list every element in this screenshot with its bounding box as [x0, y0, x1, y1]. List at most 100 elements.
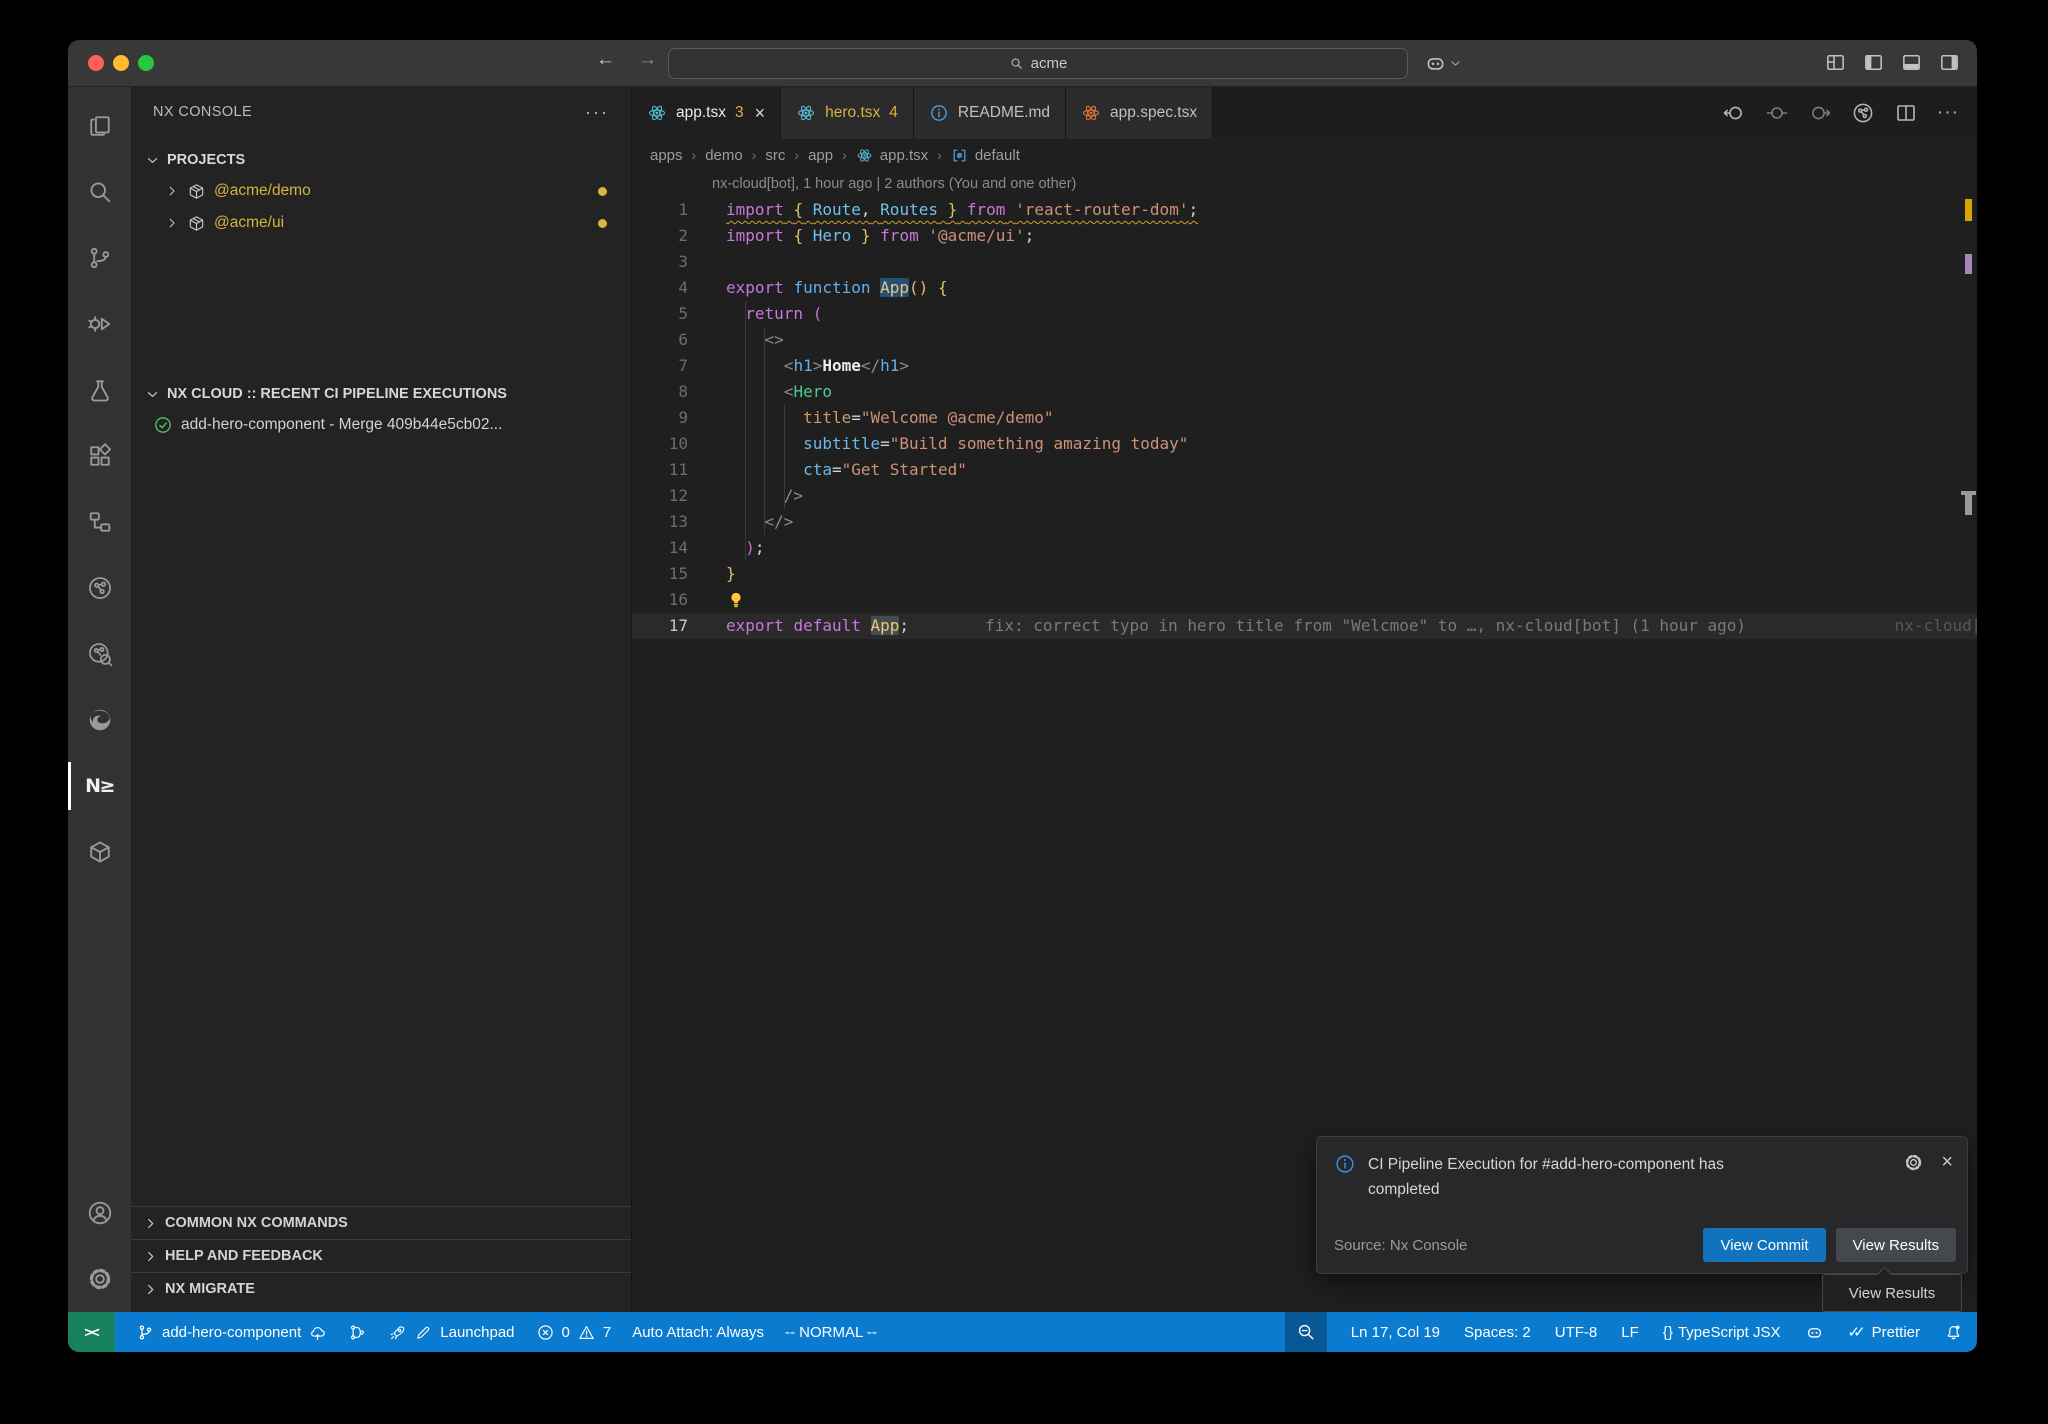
breadcrumb-item-app[interactable]: app	[808, 147, 833, 164]
activity-bar-item-source-control[interactable]	[68, 225, 131, 291]
lightbulb-icon[interactable]	[726, 590, 746, 610]
breadcrumb-separator: ›	[752, 147, 757, 163]
hierarchy-icon	[86, 508, 114, 536]
overview-ruler-warning-mark	[1965, 199, 1972, 221]
account-icon	[86, 1199, 114, 1227]
copilot-menu[interactable]	[1424, 52, 1462, 75]
code-token: title	[803, 408, 851, 427]
notification-settings-icon[interactable]	[1903, 1152, 1924, 1173]
activity-bar-item-search[interactable]	[68, 159, 131, 225]
status-launchpad[interactable]: Launchpad	[388, 1323, 514, 1342]
project-tree-item[interactable]: @acme/ui	[131, 207, 631, 239]
line-content	[688, 587, 746, 613]
activity-bar-item-account[interactable]	[68, 1180, 131, 1246]
status-problems-label: 0	[562, 1324, 570, 1341]
code-token: />	[784, 486, 803, 505]
status-scm-graph[interactable]	[348, 1323, 367, 1342]
toggle-secondary-sidebar-icon[interactable]	[1938, 51, 1961, 74]
line-number: 15	[632, 561, 688, 587]
code-token	[919, 226, 929, 245]
sidebar-section-nx-migrate[interactable]: NX MIGRATE	[131, 1272, 631, 1305]
status-zoom-indicator[interactable]	[1285, 1312, 1327, 1352]
code-token: }	[726, 564, 736, 583]
status-indentation-label: Spaces: 2	[1464, 1324, 1531, 1341]
activity-bar-item-extensions[interactable]	[68, 423, 131, 489]
navigate-forward-icon[interactable]	[1808, 101, 1832, 125]
status-indentation[interactable]: Spaces: 2	[1464, 1324, 1531, 1341]
code-token: export	[726, 616, 784, 635]
code-token: {	[938, 278, 948, 297]
breadcrumb-item-apps[interactable]: apps	[650, 147, 683, 164]
status-auto-attach[interactable]: Auto Attach: Always	[632, 1324, 764, 1341]
code-token: Hero	[793, 382, 832, 401]
layout-customize-icon[interactable]	[1824, 51, 1847, 74]
breadcrumb[interactable]: apps›demo›src›app›app.tsx›default	[632, 139, 1977, 171]
navigate-back-icon[interactable]	[1722, 101, 1746, 125]
activity-bar-item-nx-cloud-view[interactable]	[68, 621, 131, 687]
code-token: function	[793, 278, 870, 297]
cube-icon	[86, 838, 114, 866]
activity-bar-item-nx-console[interactable]: N≥	[68, 753, 131, 819]
projects-section-header[interactable]: PROJECTS	[131, 145, 631, 175]
history-forward-button[interactable]: →	[638, 49, 657, 71]
activity-bar-item-edge-browser[interactable]	[68, 687, 131, 753]
activity-bar-item-references[interactable]	[68, 489, 131, 555]
activity-bar-item-settings[interactable]	[68, 1246, 131, 1312]
command-center-search[interactable]: acme	[668, 48, 1408, 79]
view-results-button[interactable]: View Results	[1836, 1228, 1956, 1262]
breadcrumb-item-app.tsx[interactable]: app.tsx	[880, 147, 928, 164]
remote-indicator[interactable]: ><	[68, 1312, 115, 1352]
branch-icon	[136, 1323, 155, 1342]
project-label: @acme/ui	[214, 214, 284, 232]
navigate-current-icon[interactable]	[1765, 101, 1789, 125]
nx-graph-action-icon[interactable]	[1851, 101, 1875, 125]
tab-hero-tsx[interactable]: hero.tsx4	[781, 87, 914, 139]
zoom-window-button[interactable]	[138, 55, 154, 71]
status-cursor-position[interactable]: Ln 17, Col 19	[1351, 1324, 1440, 1341]
status-notifications[interactable]	[1944, 1323, 1963, 1342]
split-editor-icon[interactable]	[1894, 101, 1918, 125]
breadcrumb-item-demo[interactable]: demo	[705, 147, 743, 164]
sidebar-more-actions-icon[interactable]: ···	[585, 107, 609, 117]
code-token	[726, 356, 784, 375]
history-back-button[interactable]: ←	[596, 49, 615, 71]
activity-bar-item-run-debug[interactable]	[68, 291, 131, 357]
tab-readme-md[interactable]: README.md	[914, 87, 1066, 139]
activity-bar-item-containers[interactable]	[68, 819, 131, 885]
toggle-sidebar-icon[interactable]	[1862, 51, 1885, 74]
status-problems-label-2: 7	[603, 1324, 611, 1341]
status-formatter[interactable]: ✓✓Prettier	[1848, 1323, 1921, 1341]
code-token: App	[871, 616, 900, 635]
status-eol[interactable]: LF	[1621, 1324, 1639, 1341]
status-vim-mode[interactable]: -- NORMAL --	[785, 1324, 877, 1341]
tab-app-spec-tsx[interactable]: app.spec.tsx	[1066, 87, 1213, 139]
line-content: export default App;fix: correct typo in …	[688, 613, 1746, 639]
minimize-window-button[interactable]	[113, 55, 129, 71]
project-tree-item[interactable]: @acme/demo	[131, 175, 631, 207]
close-window-button[interactable]	[88, 55, 104, 71]
activity-bar-item-testing[interactable]	[68, 357, 131, 423]
breadcrumb-item-src[interactable]: src	[765, 147, 785, 164]
nx-cloud-section-header[interactable]: NX CLOUD :: RECENT CI PIPELINE EXECUTION…	[131, 379, 631, 409]
activity-bar-item-explorer[interactable]	[68, 93, 131, 159]
notification-close-icon[interactable]: ×	[1941, 1152, 1953, 1202]
status-branch[interactable]: add-hero-component	[136, 1323, 327, 1342]
activity-bar-item-nx-graph[interactable]	[68, 555, 131, 621]
ci-pipeline-execution-item[interactable]: add-hero-component - Merge 409b44e5cb02.…	[131, 409, 631, 441]
code-token: </>	[765, 512, 794, 531]
sidebar-section-help-and-feedback[interactable]: HELP AND FEEDBACK	[131, 1239, 631, 1272]
tab-app-tsx[interactable]: app.tsx3×	[632, 87, 781, 139]
breadcrumb-item-default[interactable]: default	[975, 147, 1020, 164]
code-line-11: 11 cta="Get Started"	[632, 457, 1977, 483]
pencil-icon	[414, 1323, 433, 1342]
status-language-mode[interactable]: { }TypeScript JSX	[1663, 1324, 1781, 1341]
status-problems[interactable]: 07	[536, 1323, 612, 1342]
status-encoding[interactable]: UTF-8	[1555, 1324, 1598, 1341]
sidebar-section-common-nx-commands[interactable]: COMMON NX COMMANDS	[131, 1206, 631, 1239]
line-content: <>	[688, 327, 784, 353]
view-commit-button[interactable]: View Commit	[1703, 1228, 1825, 1262]
more-actions-icon[interactable]: ···	[1937, 102, 1959, 124]
toggle-panel-icon[interactable]	[1900, 51, 1923, 74]
status-copilot-status[interactable]	[1805, 1323, 1824, 1342]
close-tab-icon[interactable]: ×	[755, 104, 766, 122]
